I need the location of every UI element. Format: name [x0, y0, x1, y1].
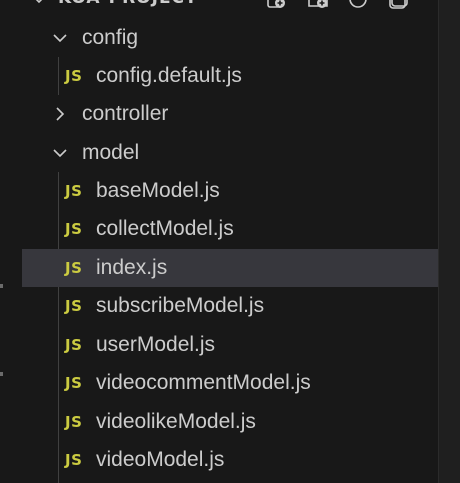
- js-file-icon: JS: [65, 259, 83, 277]
- tree-file-config-default-js[interactable]: JS config.default.js: [22, 57, 438, 95]
- collapse-all-icon[interactable]: [388, 0, 410, 10]
- tree-item-label: config: [82, 26, 139, 49]
- tree-item-label: userModel.js: [96, 333, 216, 356]
- tree-item-label: model: [82, 141, 140, 164]
- gutter-marker: [0, 284, 3, 288]
- tree-item-label: subscribeModel.js: [96, 294, 265, 317]
- js-file-icon: JS: [65, 451, 83, 469]
- js-file-icon: JS: [65, 220, 83, 238]
- tree-file-videolikemodel-js[interactable]: JS videolikeModel.js: [22, 403, 438, 441]
- tree-file-videomodel-js[interactable]: JS videoModel.js: [22, 441, 438, 479]
- tree-file-videocommentmodel-js[interactable]: JS videocommentModel.js: [22, 364, 438, 402]
- new-folder-icon[interactable]: [307, 0, 329, 10]
- chevron-right-icon: [52, 95, 72, 133]
- tree-file-usermodel-js[interactable]: JS userModel.js: [22, 326, 438, 364]
- tree-file-index-js[interactable]: JS index.js: [22, 249, 438, 287]
- tree-item-label: baseModel.js: [96, 179, 220, 202]
- js-file-icon: JS: [65, 182, 83, 200]
- new-file-icon[interactable]: [265, 0, 287, 10]
- js-file-icon: JS: [65, 297, 83, 315]
- tree-folder-model[interactable]: model: [22, 134, 438, 172]
- tree-folder-config[interactable]: config: [22, 19, 438, 57]
- tree-folder-controller[interactable]: controller: [22, 95, 438, 133]
- explorer-header[interactable]: KOA-PROJECT: [0, 0, 438, 10]
- tree-file-collectmodel-js[interactable]: JS collectModel.js: [22, 210, 438, 248]
- gutter-marker: [0, 372, 3, 376]
- tree-item-label: videoModel.js: [96, 448, 225, 471]
- js-file-icon: JS: [65, 67, 83, 85]
- tree-item-label: collectModel.js: [96, 217, 234, 240]
- tree-item-label: index.js: [96, 256, 168, 279]
- project-title: KOA-PROJECT: [58, 0, 198, 8]
- tree-item-label: controller: [82, 102, 169, 125]
- js-file-icon: JS: [65, 374, 83, 392]
- tree-item-label: videolikeModel.js: [96, 410, 256, 433]
- js-file-icon: JS: [65, 336, 83, 354]
- js-file-icon: JS: [65, 413, 83, 431]
- refresh-icon[interactable]: [347, 0, 369, 10]
- explorer-panel: KOA-PROJECT config JS config.default.js …: [0, 0, 438, 483]
- tree-file-basemodel-js[interactable]: JS baseModel.js: [22, 172, 438, 210]
- tree-item-label: videocommentModel.js: [96, 371, 311, 394]
- tree-file-subscribemodel-js[interactable]: JS subscribeModel.js: [22, 287, 438, 325]
- chevron-down-icon: [52, 19, 72, 57]
- panel-divider[interactable]: [438, 0, 460, 483]
- chevron-down-icon: [52, 134, 72, 172]
- tree-item-label: config.default.js: [96, 64, 242, 87]
